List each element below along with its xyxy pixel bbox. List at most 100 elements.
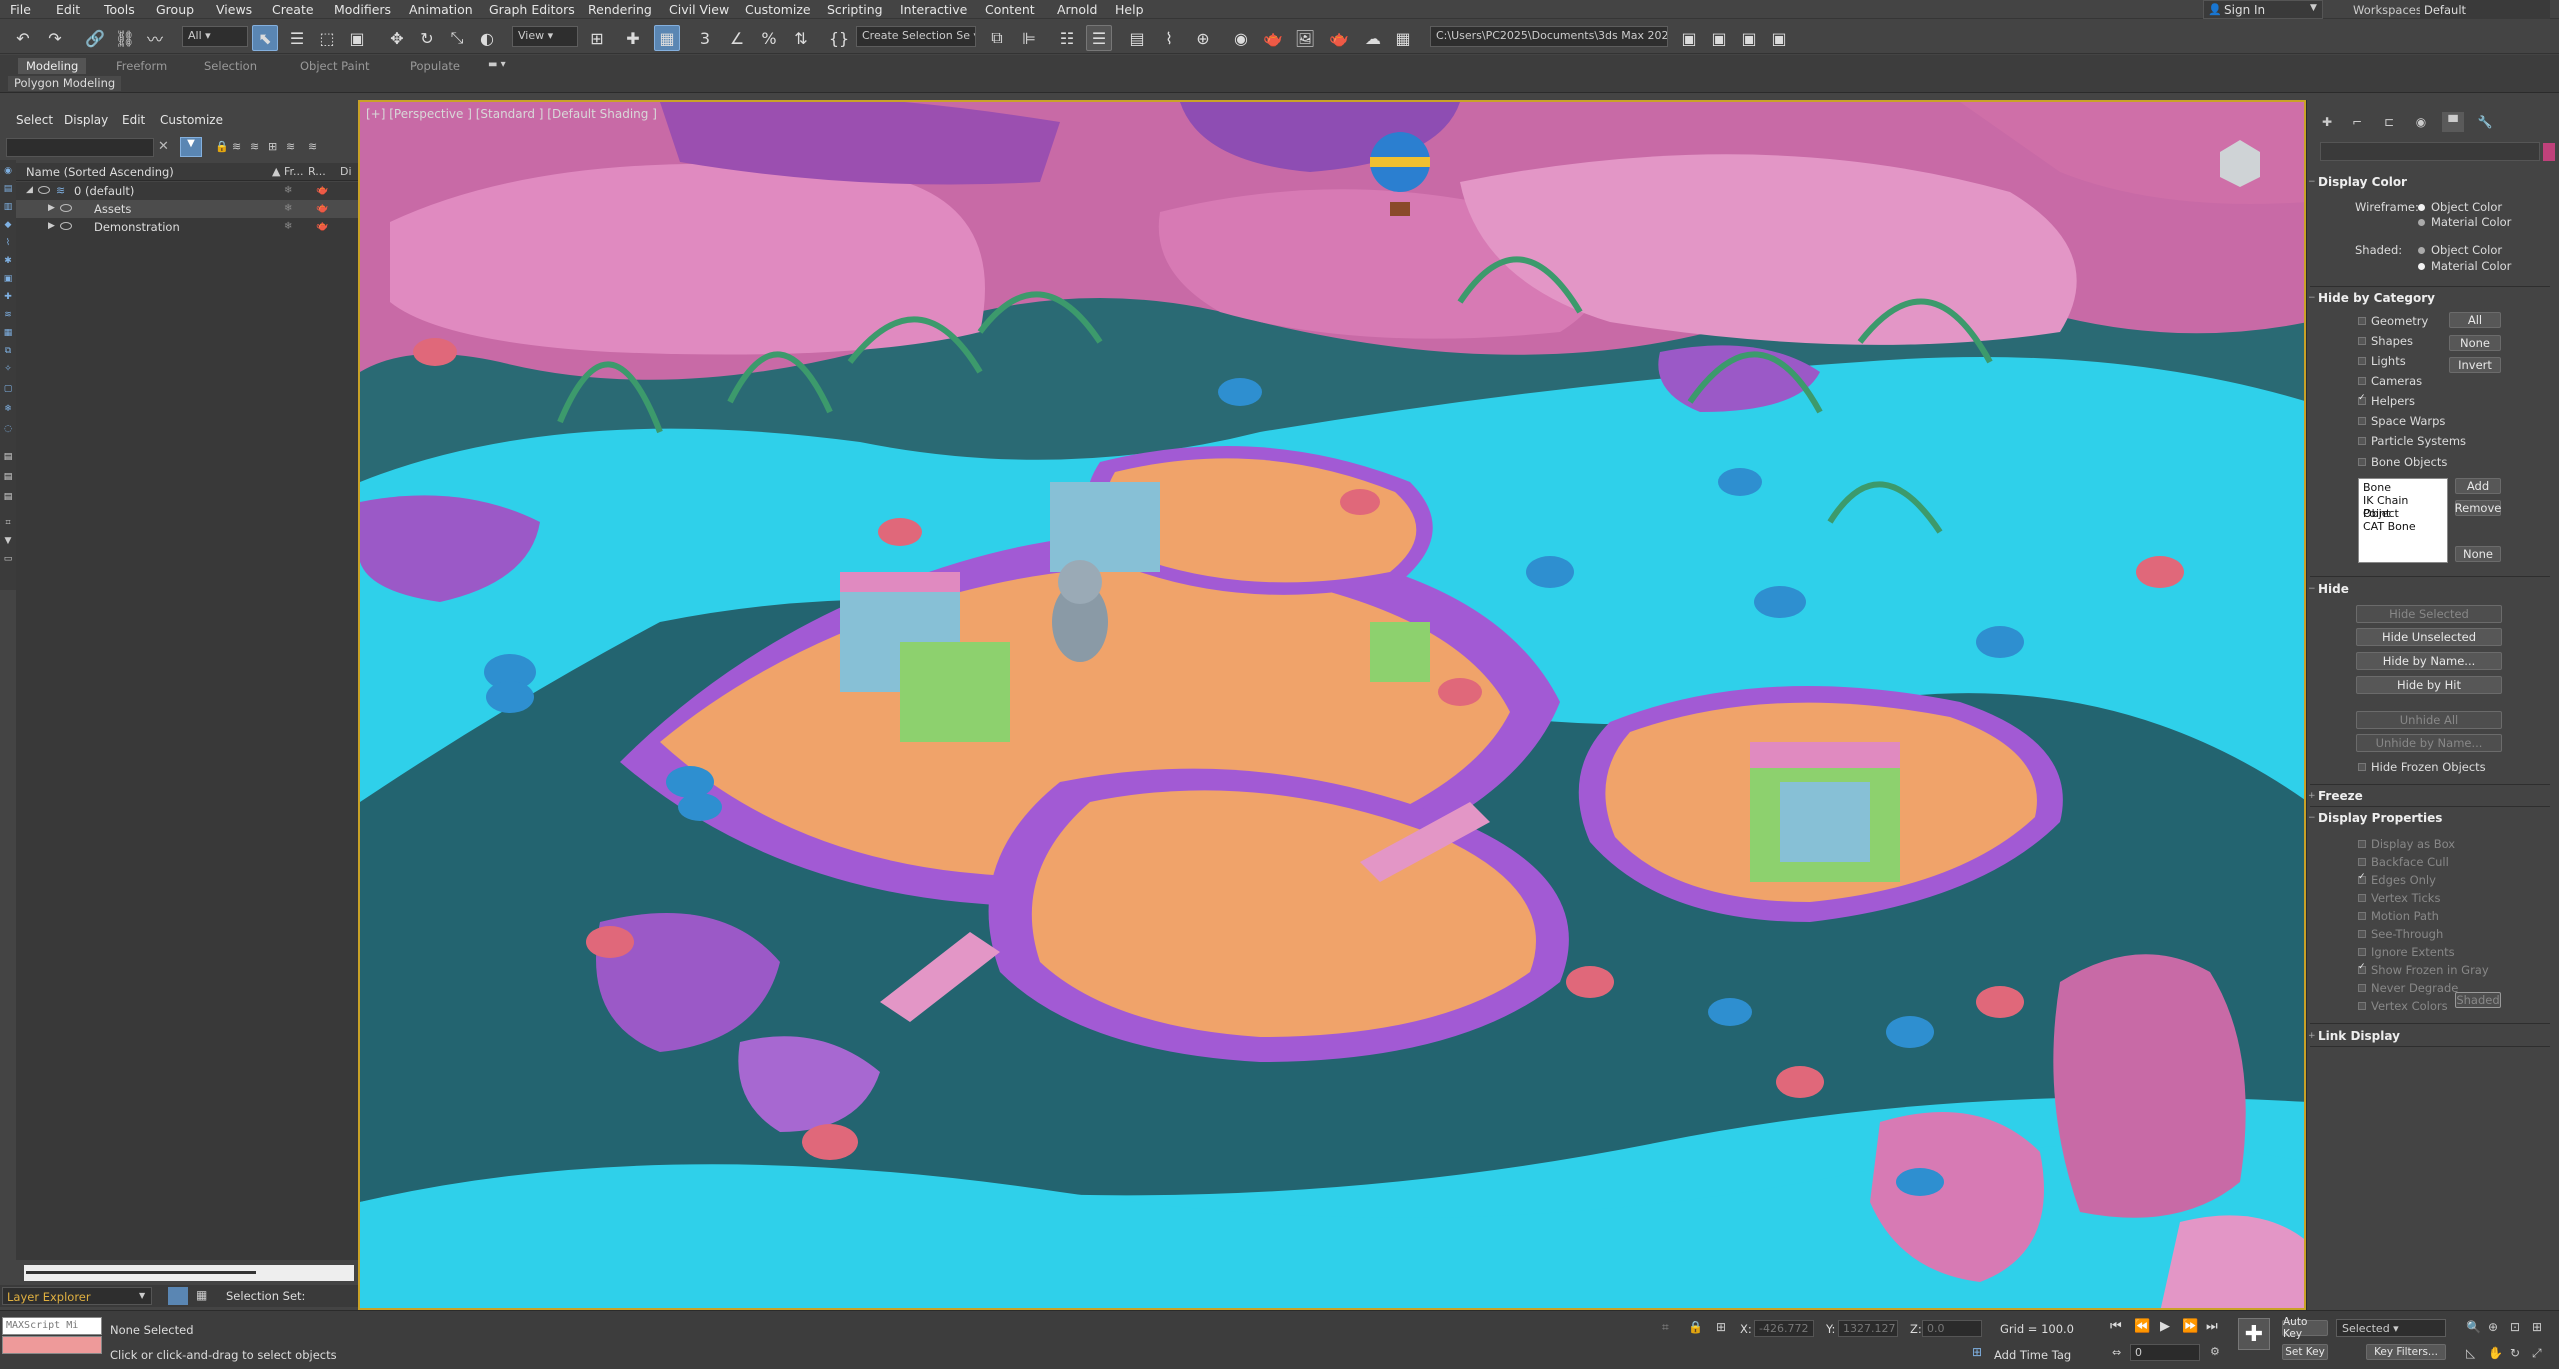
ribbon-options-icon[interactable]: ▬ ▾ [488, 59, 506, 70]
render-icon[interactable]: 🫖 [316, 185, 328, 196]
filter-toggle-icon[interactable]: ▼ [180, 137, 202, 157]
layers-stack-icon[interactable]: ≋ [250, 140, 259, 153]
time-tag-icon[interactable]: ⊞ [1972, 1345, 1982, 1359]
render-production-icon[interactable]: 🫖 [1326, 25, 1352, 51]
containers-icon[interactable]: ▢ [1, 382, 15, 395]
helpers-icon[interactable]: ✚ [1, 290, 15, 303]
create-tab-icon[interactable]: ✚ [2316, 112, 2338, 132]
link-icon[interactable]: 🔗 [82, 25, 108, 51]
sync-selection-icon[interactable]: ▭ [1, 552, 15, 565]
named-selection-set-dropdown[interactable]: Create Selection Se ▾ [856, 26, 976, 47]
vertex-ticks-checkbox[interactable] [2358, 894, 2366, 902]
helpers-checkbox[interactable] [2358, 393, 2366, 405]
perspective-viewport[interactable] [358, 100, 2306, 1310]
toggle-layer-explorer-icon[interactable]: ☰ [1086, 25, 1112, 51]
display-tab-icon[interactable]: ▀ [2442, 112, 2464, 132]
rotate-icon[interactable]: ↻ [414, 25, 440, 51]
motion-path-checkbox[interactable] [2358, 912, 2366, 920]
wireframe-object-color-radio[interactable] [2418, 204, 2425, 211]
viewport-label[interactable]: [+] [Perspective ] [Standard ] [Default … [366, 107, 657, 121]
none-button[interactable]: None [2449, 335, 2501, 351]
object-color-swatch[interactable] [2543, 143, 2555, 161]
list-item[interactable]: Bone [2363, 481, 2391, 494]
select-by-name-icon[interactable]: ☰ [284, 25, 310, 51]
explorer-horizontal-scrollbar[interactable] [24, 1265, 354, 1281]
unhide-by-name-button[interactable]: Unhide by Name... [2356, 734, 2502, 752]
menu-customize[interactable]: Customize [745, 2, 811, 17]
keyboard-shortcut-override-icon[interactable]: ▦ [654, 25, 680, 51]
groups-icon[interactable]: ▦ [1, 326, 15, 339]
modify-tab-icon[interactable]: ⌐ [2346, 112, 2368, 132]
set-key-icon[interactable]: ✚ [2238, 1318, 2270, 1350]
object-name-field[interactable] [2320, 142, 2540, 161]
selection-lock-icon[interactable]: 🔒 [1688, 1320, 1703, 1334]
align-icon[interactable]: ⊫ [1016, 25, 1042, 51]
hide-selected-button[interactable]: Hide Selected [2356, 605, 2502, 623]
explorer-menu-customize[interactable]: Customize [160, 113, 223, 127]
toggle-ribbon-icon[interactable]: ▤ [1124, 25, 1150, 51]
list-item[interactable]: CAT Bone [2363, 520, 2416, 533]
project-icon[interactable]: ▣ [1676, 25, 1702, 51]
edit-named-selections-icon[interactable]: {} [826, 25, 852, 51]
project-open-icon[interactable]: ▣ [1736, 25, 1762, 51]
show-frozen-gray-checkbox[interactable] [2358, 962, 2366, 974]
zoom-icon[interactable]: 🔍 [2466, 1320, 2481, 1334]
maxscript-listener[interactable]: MAXScript Mi [2, 1317, 102, 1335]
eye-icon[interactable] [60, 204, 72, 212]
maxscript-output[interactable] [2, 1336, 102, 1354]
invert-button[interactable]: Invert [2449, 357, 2501, 373]
list-item[interactable]: Point [2363, 507, 2390, 520]
play-icon[interactable]: ▶ [2160, 1319, 2170, 1334]
scrollbar-thumb[interactable] [26, 1271, 256, 1274]
schematic-view-icon[interactable]: ⊕ [1190, 25, 1216, 51]
percent-snap-icon[interactable]: % [756, 25, 782, 51]
display-children-icon[interactable]: ⌗ [1, 516, 15, 529]
hide-rollout[interactable]: Hide [2318, 582, 2349, 596]
shaded-material-color-radio[interactable] [2418, 263, 2425, 270]
mirror-icon[interactable]: ⧉ [984, 25, 1010, 51]
explorer-page2-icon[interactable]: ▤ [1, 470, 15, 483]
menu-file[interactable]: File [10, 2, 31, 17]
a360-gallery-icon[interactable]: ▦ [1390, 25, 1416, 51]
hide-by-category-rollout[interactable]: Hide by Category [2318, 291, 2435, 305]
go-to-start-icon[interactable]: ⏮ [2110, 1319, 2122, 1334]
menu-content[interactable]: Content [985, 2, 1035, 17]
menu-rendering[interactable]: Rendering [588, 2, 652, 17]
lights-icon[interactable]: ✱ [1, 254, 15, 267]
link-display-rollout[interactable]: Link Display [2318, 1029, 2400, 1043]
reference-coord-dropdown[interactable]: View ▾ [512, 26, 578, 47]
auto-key-button[interactable]: Auto Key [2282, 1316, 2328, 1340]
select-manipulate-icon[interactable]: ✚ [620, 25, 646, 51]
zoom-extents-icon[interactable]: ⊡ [2510, 1320, 2520, 1334]
go-to-end-icon[interactable]: ⏭ [2206, 1319, 2218, 1334]
menu-edit[interactable]: Edit [56, 2, 80, 17]
xrefs-icon[interactable]: ⧉ [1, 344, 15, 357]
tab-freeform[interactable]: Freeform [108, 58, 175, 74]
explorer-menu-edit[interactable]: Edit [122, 113, 145, 127]
key-set-dropdown[interactable]: Selected ▾ [2336, 1319, 2446, 1337]
lock-icon[interactable]: 🔒 [215, 140, 229, 153]
all-button[interactable]: All [2449, 312, 2501, 328]
shaded-object-color-radio[interactable] [2418, 247, 2425, 254]
render-icon[interactable]: 🫖 [316, 221, 328, 232]
hierarchy-tab-icon[interactable]: ⊏ [2378, 112, 2400, 132]
freeze-icon[interactable]: ❄ [284, 221, 292, 232]
menu-graph-editors[interactable]: Graph Editors [489, 2, 575, 17]
explorer-page3-icon[interactable]: ▤ [1, 490, 15, 503]
frozen-icon[interactable]: ❄ [1, 402, 15, 415]
expand-icon[interactable]: ▶ [48, 221, 55, 231]
maximize-viewport-icon[interactable]: ⤢ [2532, 1346, 2542, 1361]
freeze-rollout[interactable]: Freeze [2318, 789, 2363, 803]
explorer-menu-select[interactable]: Select [16, 113, 53, 127]
hide-frozen-checkbox[interactable] [2358, 763, 2366, 771]
column-name[interactable]: Name (Sorted Ascending) [26, 165, 174, 179]
vertex-colors-checkbox[interactable] [2358, 1002, 2366, 1010]
explorer-page-icon[interactable]: ▤ [1, 450, 15, 463]
freeze-icon[interactable]: ❄ [284, 185, 292, 196]
tree-row-demonstration[interactable]: ▶ Demonstration ❄ 🫖 [16, 218, 358, 236]
list-none-button[interactable]: None [2455, 546, 2501, 562]
display-all-icon[interactable]: ▥ [1, 200, 15, 213]
select-object-icon[interactable]: ⬉ [252, 25, 278, 51]
window-crossing-icon[interactable]: ▣ [344, 25, 370, 51]
undo-icon[interactable]: ↶ [10, 25, 36, 51]
